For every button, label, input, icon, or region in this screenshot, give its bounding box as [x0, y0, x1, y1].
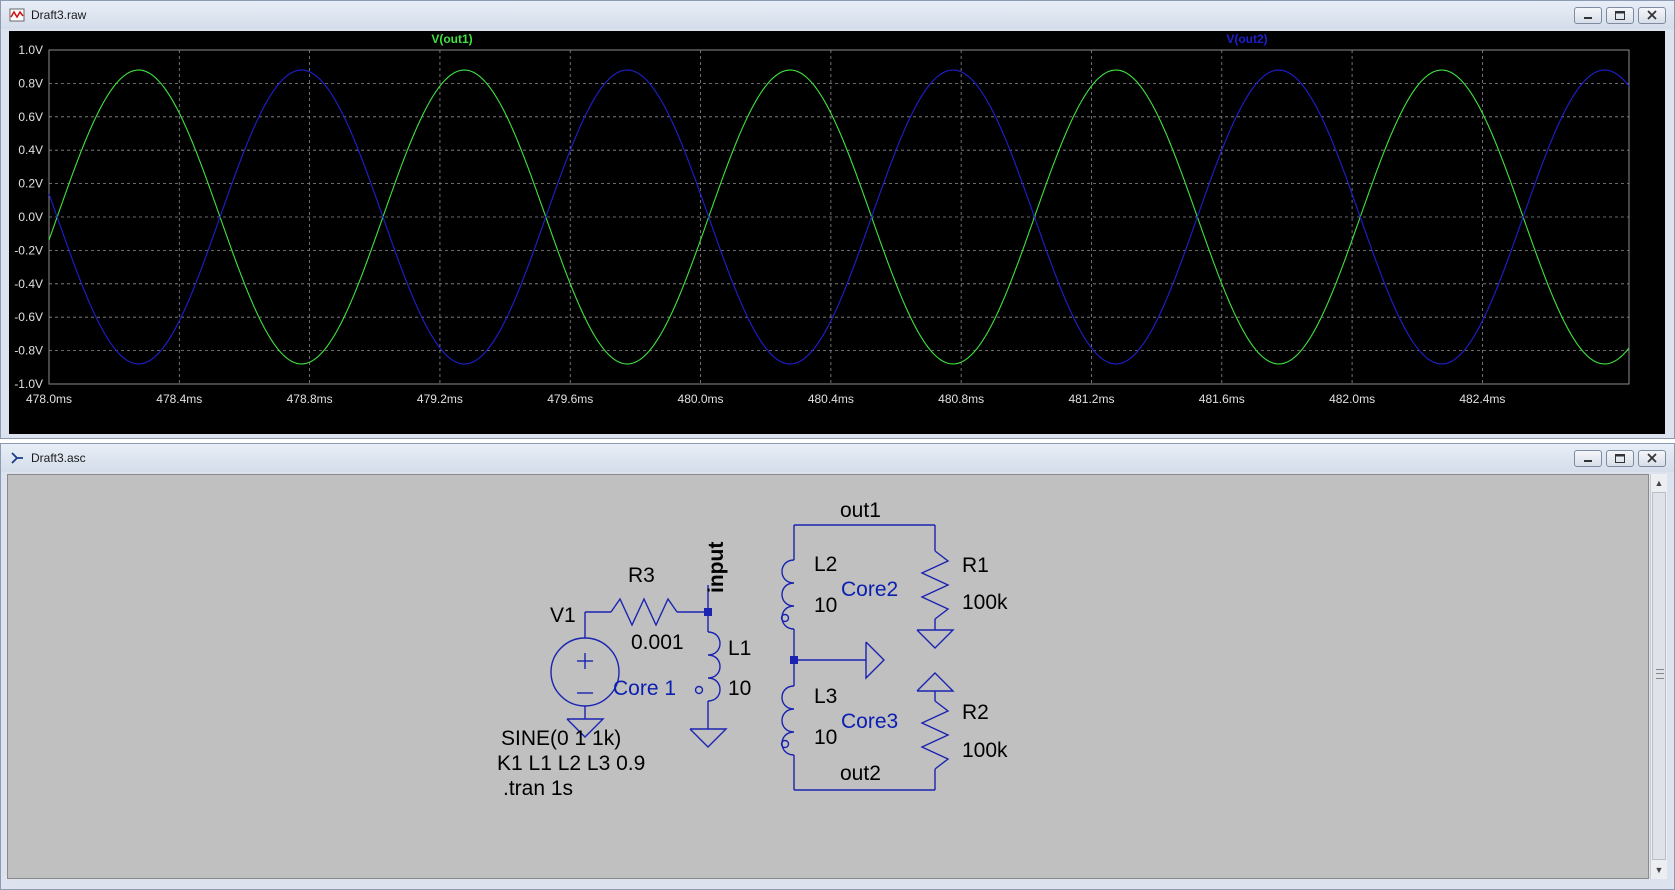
close-icon [1647, 10, 1657, 20]
y-tick-label: 1.0V [18, 43, 43, 57]
x-tick-label: 479.2ms [417, 392, 463, 406]
waveform-chart: 1.0V 0.8V 0.6V 0.4V 0.2V 0.0V -0.2V -0.4V -0.6V -… [14, 32, 1630, 406]
scrollbar-thumb[interactable] [1652, 492, 1666, 860]
label-r2: R2 [962, 701, 989, 724]
resistor-r1[interactable] [920, 550, 950, 620]
y-tick-label: -0.8V [14, 344, 43, 358]
label-r1-value: 100k [962, 591, 1008, 614]
waveform-titlebar[interactable]: Draft3.raw [1, 1, 1674, 29]
schematic-icon [11, 452, 23, 464]
label-r1: R1 [962, 554, 989, 577]
label-r2-value: 100k [962, 739, 1008, 762]
restore-button[interactable] [1606, 7, 1634, 24]
y-tick-label: 0.4V [18, 143, 43, 157]
label-out1: out1 [840, 499, 881, 522]
scroll-down-arrow-icon[interactable]: ▼ [1651, 862, 1667, 878]
minimize-icon [1584, 460, 1592, 462]
ground-icon [916, 672, 955, 692]
axis-label-layer: 1.0V 0.8V 0.6V 0.4V 0.2V 0.0V -0.2V -0.4V -0.6V -… [14, 32, 1505, 406]
label-core2: Core2 [841, 578, 898, 601]
x-tick-label: 478.8ms [287, 392, 333, 406]
ground-icon [689, 728, 728, 748]
restore-button[interactable] [1606, 450, 1634, 467]
resistor-r3[interactable] [610, 597, 678, 627]
y-tick-label: 0.0V [18, 210, 43, 224]
label-l1-value: 10 [728, 677, 751, 700]
label-core1: Core 1 [613, 677, 676, 700]
x-tick-label: 478.0ms [26, 392, 72, 406]
y-tick-label: -0.2V [14, 243, 43, 257]
close-button[interactable] [1638, 7, 1666, 24]
grip-icon [1656, 669, 1664, 679]
resistor-r2[interactable] [920, 700, 950, 770]
x-tick-label: 478.4ms [156, 392, 202, 406]
restore-icon [1615, 454, 1625, 463]
waveform-window: Draft3.raw 1.0V 0.8V 0.6V 0.4V 0.2V 0.0V -0.2V… [0, 0, 1675, 439]
y-tick-label: -0.4V [14, 277, 43, 291]
label-out2: out2 [840, 762, 881, 785]
y-tick-label: -1.0V [14, 377, 43, 391]
trace-legend-label[interactable]: V(out2) [1226, 32, 1267, 46]
ground-icon [916, 629, 955, 649]
schematic-vertical-scrollbar[interactable]: ▲ ▼ [1650, 474, 1667, 879]
label-core3: Core3 [841, 710, 898, 733]
y-tick-label: 0.6V [18, 110, 43, 124]
label-l3: L3 [814, 685, 837, 708]
y-tick-label: -0.6V [14, 310, 43, 324]
minimize-button[interactable] [1574, 7, 1602, 24]
x-tick-label: 482.0ms [1329, 392, 1375, 406]
schematic-titlebar[interactable]: Draft3.asc [1, 444, 1674, 472]
junction-dot [704, 608, 712, 616]
x-tick-label: 482.4ms [1459, 392, 1505, 406]
minimize-button[interactable] [1574, 450, 1602, 467]
x-tick-label: 481.6ms [1199, 392, 1245, 406]
schematic-canvas[interactable]: V1 R3 0.001 input L1 10 out1 L2 10 R1 10… [7, 474, 1649, 879]
directive-tran[interactable]: .tran 1s [503, 777, 573, 800]
minimize-icon [1584, 17, 1592, 19]
waveform-plot[interactable]: 1.0V 0.8V 0.6V 0.4V 0.2V 0.0V -0.2V -0.4V -0.6V -… [9, 31, 1665, 434]
x-tick-label: 479.6ms [547, 392, 593, 406]
inductor-l1[interactable] [707, 631, 721, 702]
trace-legend-label[interactable]: V(out1) [431, 32, 472, 46]
x-tick-label: 481.2ms [1068, 392, 1114, 406]
waveform-window-title: Draft3.raw [31, 8, 87, 22]
directive-sine[interactable]: SINE(0 1 1k) [501, 727, 621, 750]
x-tick-label: 480.4ms [808, 392, 854, 406]
schematic-window-title: Draft3.asc [31, 451, 86, 465]
close-icon [1647, 453, 1657, 463]
waveform-icon [9, 8, 25, 22]
close-button[interactable] [1638, 450, 1666, 467]
label-input: input [705, 542, 728, 593]
ground-icon [865, 641, 885, 680]
label-l2-value: 10 [814, 594, 837, 617]
label-l1: L1 [728, 637, 751, 660]
junction-dot [790, 656, 798, 664]
label-v1: V1 [550, 604, 576, 627]
label-l2: L2 [814, 553, 837, 576]
restore-icon [1615, 11, 1625, 20]
schematic-drawing: V1 R3 0.001 input L1 10 out1 L2 10 R1 10… [497, 499, 1008, 800]
x-tick-label: 480.0ms [678, 392, 724, 406]
x-tick-label: 480.8ms [938, 392, 984, 406]
label-r3: R3 [628, 564, 655, 587]
voltage-source-v1[interactable] [550, 637, 620, 707]
directive-coupling[interactable]: K1 L1 L2 L3 0.9 [497, 752, 645, 775]
scroll-up-arrow-icon[interactable]: ▲ [1651, 475, 1667, 491]
grid-layer [48, 49, 1630, 385]
label-l3-value: 10 [814, 726, 837, 749]
y-tick-label: 0.8V [18, 76, 43, 90]
label-r3-value: 0.001 [631, 631, 684, 654]
y-tick-label: 0.2V [18, 177, 43, 191]
